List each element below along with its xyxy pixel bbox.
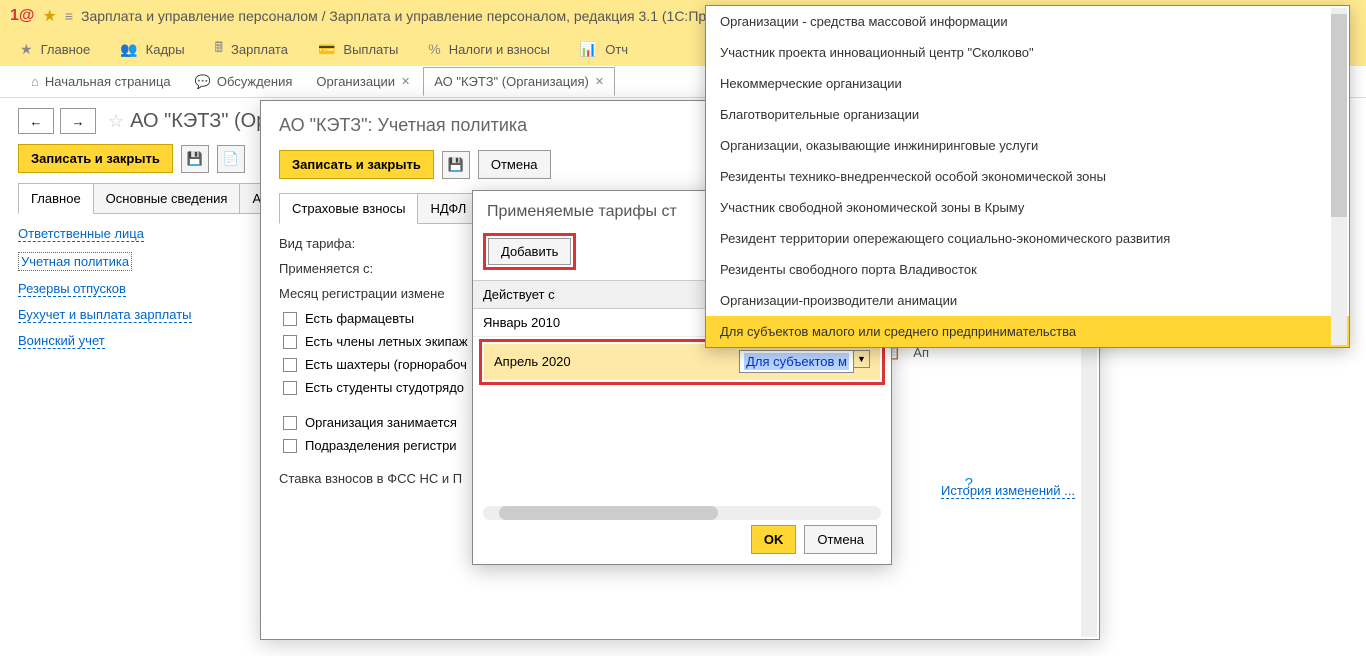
close-icon[interactable]: ✕ [401,75,410,88]
calc-icon: 🖩 [215,37,223,61]
wallet-icon: 💳 [318,41,335,58]
menu-nalogi[interactable]: %Налоги и взносы [428,41,550,57]
checkbox[interactable] [283,312,297,326]
tab-discussions[interactable]: 💬Обсуждения [184,67,304,97]
tariff-input[interactable]: Для субъектов м [739,350,854,373]
dropdown-item[interactable]: Благотворительные организации [706,99,1349,130]
save-close-button[interactable]: Записать и закрыть [18,144,173,173]
dropdown-item-selected[interactable]: Для субъектов малого или среднего предпр… [706,316,1349,347]
dropdown-button[interactable]: ▼ [854,350,870,368]
dropdown-item[interactable]: Участник проекта инновационный центр "Ск… [706,37,1349,68]
back-button[interactable]: ← [18,108,54,134]
scrollbar-vertical[interactable] [1331,8,1347,345]
save-icon[interactable]: 💾 [181,145,209,173]
checkbox[interactable] [283,358,297,372]
print-icon[interactable]: 📄 [217,145,245,173]
tab-current-org[interactable]: АО "КЭТЗ" (Организация)✕ [423,67,615,96]
link-bookkeeping[interactable]: Бухучет и выплата зарплаты [18,307,192,323]
dropdown-item[interactable]: Организации - средства массовой информац… [706,6,1349,37]
dropdown-item[interactable]: Организации-производители анимации [706,285,1349,316]
highlight-add: Добавить [483,233,576,270]
app-title: Зарплата и управление персоналом / Зарпл… [81,8,722,24]
tab-ndfl[interactable]: НДФЛ [417,193,479,223]
row-date: Апрель 2020 [494,354,571,369]
table-row-selected[interactable]: Апрель 2020 Для субъектов м ▼ [484,344,880,380]
checkbox[interactable] [283,335,297,349]
chk-org-activity: Организация занимается [305,415,457,430]
save-icon[interactable]: 💾 [442,151,470,179]
checkbox[interactable] [283,416,297,430]
link-responsible[interactable]: Ответственные лица [18,226,144,242]
tab-home[interactable]: ⌂Начальная страница [20,67,182,96]
menu-icon[interactable]: ≡ [65,8,73,24]
modal-save-close-button[interactable]: Записать и закрыть [279,150,434,179]
star-icon: ★ [20,41,33,58]
tariff-dropdown: Организации - средства массовой информац… [705,5,1350,348]
dropdown-item[interactable]: Резидент территории опережающего социаль… [706,223,1349,254]
close-icon[interactable]: ✕ [595,75,604,88]
checkbox[interactable] [283,439,297,453]
chk-miners: Есть шахтеры (горнорабоч [305,357,467,372]
menu-reports[interactable]: 📊Отч [580,41,628,58]
forward-button[interactable]: → [60,108,96,134]
people-icon: 👥 [120,41,137,58]
dropdown-item[interactable]: Участник свободной экономической зоны в … [706,192,1349,223]
favorite-icon[interactable]: ☆ [108,111,124,132]
cancel-button[interactable]: Отмена [804,525,877,554]
tab-orgs[interactable]: Организации✕ [305,67,421,96]
menu-kadry[interactable]: 👥Кадры [120,41,184,58]
chk-flight: Есть члены летных экипаж [305,334,468,349]
report-icon: 📊 [580,41,597,58]
menu-main[interactable]: ★Главное [20,41,90,58]
menu-vyplaty[interactable]: 💳Выплаты [318,41,398,58]
form-tab-details[interactable]: Основные сведения [93,183,241,213]
history-link[interactable]: История изменений ... [941,483,1075,499]
percent-icon: % [428,41,440,57]
scrollbar-horizontal[interactable] [483,506,881,520]
tab-insurance[interactable]: Страховые взносы [279,193,418,224]
link-vacation-reserves[interactable]: Резервы отпусков [18,281,126,297]
chk-subdivisions: Подразделения регистри [305,438,457,453]
chat-icon: 💬 [195,74,211,90]
home-icon: ⌂ [31,74,39,89]
page-title: АО "КЭТЗ" (Ор [130,110,267,133]
star-icon: ★ [43,6,57,26]
link-military[interactable]: Воинский учет [18,333,105,349]
modal-cancel-button[interactable]: Отмена [478,150,551,179]
add-button[interactable]: Добавить [488,238,571,265]
checkbox[interactable] [283,381,297,395]
form-tab-main[interactable]: Главное [18,183,94,214]
dropdown-item[interactable]: Некоммерческие организации [706,68,1349,99]
ok-button[interactable]: OK [751,525,797,554]
dropdown-item[interactable]: Организации, оказывающие инжиниринговые … [706,130,1349,161]
dropdown-item[interactable]: Резиденты свободного порта Владивосток [706,254,1349,285]
link-accounting-policy[interactable]: Учетная политика [18,252,132,271]
dropdown-item[interactable]: Резиденты технико-внедренческой особой э… [706,161,1349,192]
chk-students: Есть студенты студотрядо [305,380,464,395]
chk-pharma: Есть фармацевты [305,311,414,326]
menu-zarplata[interactable]: 🖩Зарплата [215,37,288,61]
logo-1c: 1@ [10,7,35,25]
